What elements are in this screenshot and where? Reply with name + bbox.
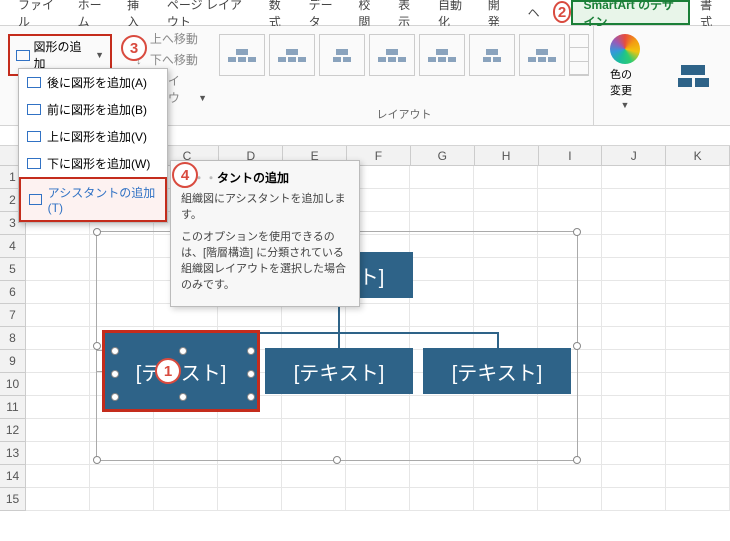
shape-icon: [16, 50, 30, 61]
tab-home[interactable]: ホーム: [68, 0, 117, 25]
marker-2: 2: [553, 1, 572, 23]
shape-icon: [27, 104, 41, 115]
shape-icon: [27, 131, 41, 142]
tab-format[interactable]: 書式: [690, 0, 730, 25]
row-7[interactable]: 7: [0, 304, 25, 327]
layout-thumb-3[interactable]: [319, 34, 365, 76]
row-15[interactable]: 15: [0, 488, 25, 511]
row-13[interactable]: 13: [0, 442, 25, 465]
dropdown-add-assistant[interactable]: アシスタントの追加(T): [19, 177, 167, 222]
menubar: ファイル ホーム 挿入 ページ レイアウト 数式 データ 校閲 表示 自動化 開…: [0, 0, 730, 26]
layout-thumb-1[interactable]: [219, 34, 265, 76]
color-change-button[interactable]: 色の変更 ▼: [600, 28, 650, 116]
layout-group-label: レイアウト: [219, 106, 589, 125]
org-node-child1-highlight: [テキスト]: [102, 330, 260, 412]
tab-review[interactable]: 校閲: [348, 0, 388, 25]
tab-data[interactable]: データ: [299, 0, 349, 25]
layout-thumb-4[interactable]: [369, 34, 415, 76]
style-gallery[interactable]: [656, 26, 730, 125]
row-4[interactable]: 4: [0, 235, 25, 258]
layout-gallery-group: レイアウト: [215, 26, 594, 125]
marker-3: 3: [121, 35, 147, 61]
layout-thumb-nav[interactable]: [569, 34, 589, 76]
marker-1: 1: [155, 358, 181, 384]
row-8[interactable]: 8: [0, 327, 25, 350]
col-K[interactable]: K: [666, 146, 730, 165]
shape-icon: [27, 77, 41, 88]
move-up-label[interactable]: 上へ移動: [150, 30, 198, 47]
tab-file[interactable]: ファイル: [8, 0, 68, 25]
layout-thumb-6[interactable]: [469, 34, 515, 76]
row-11[interactable]: 11: [0, 396, 25, 419]
dropdown-add-above[interactable]: 上に図形を追加(V): [19, 123, 167, 150]
add-shape-dropdown: 後に図形を追加(A) 前に図形を追加(B) 上に図形を追加(V) 下に図形を追加…: [18, 68, 168, 223]
move-down-label[interactable]: 下へ移動: [150, 51, 198, 68]
tab-help-truncated[interactable]: ヘ: [518, 0, 550, 25]
org-node-child2[interactable]: [テキスト]: [265, 348, 413, 394]
tooltip-assistant: ・・・タントの追加 組織図にアシスタントを追加します。 このオプションを使用でき…: [170, 160, 360, 307]
layout-thumb-7[interactable]: [519, 34, 565, 76]
row-5[interactable]: 5: [0, 258, 25, 281]
col-H[interactable]: H: [475, 146, 539, 165]
dropdown-add-below[interactable]: 下に図形を追加(W): [19, 150, 167, 177]
col-I[interactable]: I: [539, 146, 603, 165]
dropdown-add-after[interactable]: 後に図形を追加(A): [19, 69, 167, 96]
org-node-child3[interactable]: [テキスト]: [423, 348, 571, 394]
marker-4: 4: [172, 162, 198, 188]
shape-icon: [27, 158, 41, 169]
row-9[interactable]: 9: [0, 350, 25, 373]
add-shape-label: 図形の追加: [34, 38, 92, 72]
layout-thumb-2[interactable]: [269, 34, 315, 76]
row-12[interactable]: 12: [0, 419, 25, 442]
tab-formula[interactable]: 数式: [259, 0, 299, 25]
tab-smartart-design[interactable]: SmartArt のデザイン: [571, 0, 690, 25]
tab-view[interactable]: 表示: [388, 0, 428, 25]
chevron-down-icon: ▼: [621, 100, 630, 110]
dropdown-add-before[interactable]: 前に図形を追加(B): [19, 96, 167, 123]
tab-automate[interactable]: 自動化: [428, 0, 478, 25]
row-14[interactable]: 14: [0, 465, 25, 488]
layout-thumb-5[interactable]: [419, 34, 465, 76]
color-wheel-icon: [610, 34, 640, 64]
row-10[interactable]: 10: [0, 373, 25, 396]
chevron-down-icon: ▼: [95, 50, 104, 60]
assistant-icon: [29, 194, 42, 205]
col-J[interactable]: J: [602, 146, 666, 165]
col-G[interactable]: G: [411, 146, 475, 165]
tab-insert[interactable]: 挿入: [117, 0, 157, 25]
tab-pagelayout[interactable]: ページ レイアウト: [157, 0, 259, 25]
tab-developer[interactable]: 開発: [478, 0, 518, 25]
row-6[interactable]: 6: [0, 281, 25, 304]
